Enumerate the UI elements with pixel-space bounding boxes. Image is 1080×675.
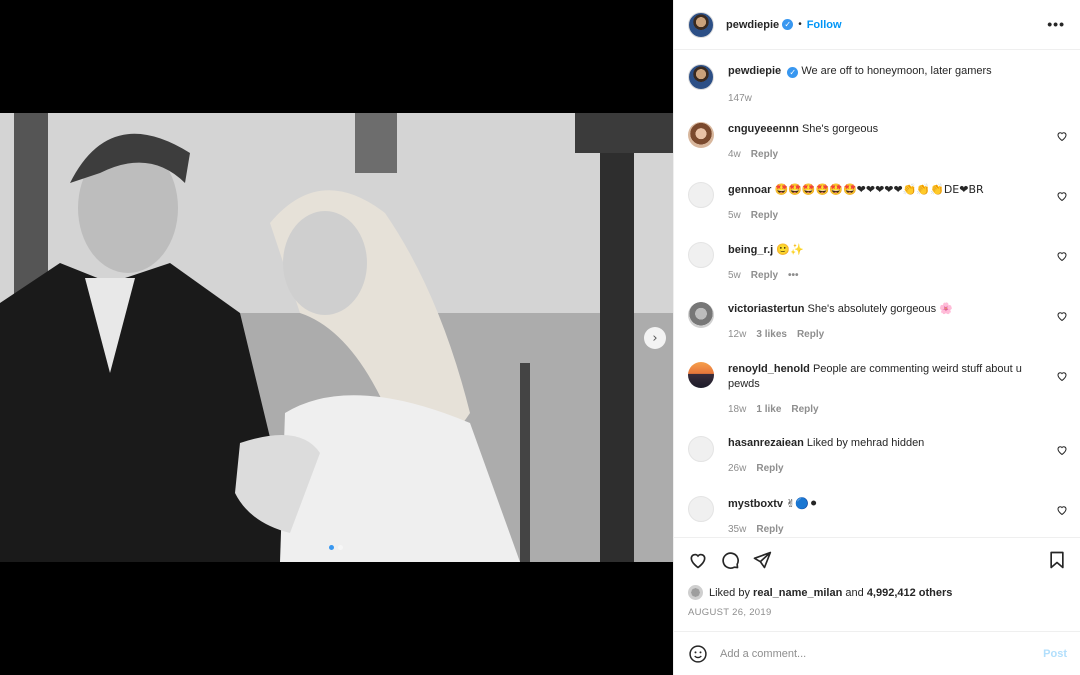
like-comment-heart-icon[interactable] bbox=[1056, 130, 1068, 142]
reply-button[interactable]: Reply bbox=[751, 147, 778, 162]
comment-text: She's gorgeous bbox=[801, 123, 879, 135]
carousel-dot-active bbox=[329, 545, 334, 550]
reply-button[interactable]: Reply bbox=[756, 461, 783, 476]
commenter-username[interactable]: renoyld_henold bbox=[728, 363, 810, 375]
share-paper-plane-icon[interactable] bbox=[752, 550, 772, 570]
comment-text: ✌🔵⚫ bbox=[786, 497, 819, 510]
caption-item: pewdiepie ✓ We are off to honeymoon, lat… bbox=[688, 64, 1068, 106]
commenter-username[interactable]: hasanrezaiean bbox=[728, 437, 804, 449]
add-comment-bar: Post bbox=[674, 631, 1080, 675]
separator: • bbox=[798, 19, 802, 30]
reply-button[interactable]: Reply bbox=[797, 327, 824, 342]
commenter-username[interactable]: being_r.j bbox=[728, 244, 773, 256]
comment-likes[interactable]: 3 likes bbox=[756, 327, 787, 342]
comment-item: hasanrezaiean Liked by mehrad hidden 26w… bbox=[688, 436, 1068, 476]
post-date[interactable]: AUGUST 26, 2019 bbox=[688, 607, 772, 618]
likes-others[interactable]: 4,992,412 others bbox=[867, 587, 953, 599]
commenter-username[interactable]: gennoar bbox=[728, 184, 771, 196]
likes-connector: and bbox=[845, 586, 864, 599]
comment-options-icon[interactable]: ••• bbox=[788, 268, 799, 283]
like-comment-heart-icon[interactable] bbox=[1056, 310, 1068, 322]
comment-item: being_r.j 🙂✨ 5w Reply ••• bbox=[688, 242, 1068, 283]
emoji-icon[interactable] bbox=[688, 644, 708, 664]
commenter-username[interactable]: victoriastertun bbox=[728, 303, 804, 315]
like-comment-heart-icon[interactable] bbox=[1056, 370, 1068, 382]
comment-age[interactable]: 12w bbox=[728, 327, 746, 342]
post-photo[interactable] bbox=[0, 113, 673, 562]
comment-item: cnguyeeennn She's gorgeous 4w Reply bbox=[688, 122, 1068, 162]
reply-button[interactable]: Reply bbox=[751, 268, 778, 283]
post-modal: › pewdiepie ✓ • Follow ••• pewdiepie ✓ W… bbox=[0, 0, 1080, 675]
comment-item: mystboxtv ✌🔵⚫ 35w Reply bbox=[688, 496, 1068, 537]
chevron-right-icon: › bbox=[652, 330, 658, 346]
commenter-avatar[interactable] bbox=[688, 182, 714, 208]
verified-badge-icon: ✓ bbox=[787, 67, 799, 78]
author-avatar[interactable] bbox=[688, 64, 714, 90]
comment-input[interactable] bbox=[720, 647, 1044, 660]
commenter-avatar[interactable] bbox=[688, 496, 714, 522]
post-header: pewdiepie ✓ • Follow ••• bbox=[674, 0, 1080, 50]
comment-age[interactable]: 4w bbox=[728, 147, 741, 162]
reply-button[interactable]: Reply bbox=[791, 402, 818, 417]
like-comment-heart-icon[interactable] bbox=[1056, 250, 1068, 262]
like-comment-heart-icon[interactable] bbox=[1056, 504, 1068, 516]
commenter-avatar[interactable] bbox=[688, 362, 714, 388]
follow-button[interactable]: Follow bbox=[807, 19, 842, 31]
commenter-avatar[interactable] bbox=[688, 436, 714, 462]
comment-age[interactable]: 26w bbox=[728, 461, 746, 476]
bookmark-icon[interactable] bbox=[1047, 550, 1067, 570]
liker-username[interactable]: real_name_milan bbox=[753, 587, 842, 599]
carousel-indicator bbox=[329, 545, 343, 550]
likes-summary[interactable]: Liked by real_name_milan and 4,992,412 o… bbox=[688, 585, 952, 600]
like-comment-heart-icon[interactable] bbox=[1056, 190, 1068, 202]
liker-avatar bbox=[688, 585, 703, 600]
commenter-avatar[interactable] bbox=[688, 242, 714, 268]
author-username[interactable]: pewdiepie bbox=[726, 19, 779, 31]
caption-age[interactable]: 147w bbox=[728, 91, 752, 106]
comment-item: renoyld_henold People are commenting wei… bbox=[688, 362, 1068, 417]
comment-bubble-icon[interactable] bbox=[720, 550, 740, 570]
more-options-icon[interactable]: ••• bbox=[1047, 16, 1065, 32]
comment-age[interactable]: 5w bbox=[728, 268, 741, 283]
comment-age[interactable]: 5w bbox=[728, 208, 741, 223]
comment-text: 🙂✨ bbox=[776, 243, 804, 256]
like-heart-icon[interactable] bbox=[688, 550, 708, 570]
commenter-avatar[interactable] bbox=[688, 302, 714, 328]
author-avatar[interactable] bbox=[688, 11, 714, 38]
post-details-panel: pewdiepie ✓ • Follow ••• pewdiepie ✓ We … bbox=[673, 0, 1080, 675]
action-bar: Liked by real_name_milan and 4,992,412 o… bbox=[674, 537, 1080, 637]
like-comment-heart-icon[interactable] bbox=[1056, 444, 1068, 456]
commenter-username[interactable]: mystboxtv bbox=[728, 498, 783, 510]
comment-likes[interactable]: 1 like bbox=[756, 402, 781, 417]
next-slide-button[interactable]: › bbox=[644, 327, 666, 349]
comment-text: 🤩🤩🤩🤩🤩🤩❤❤❤❤❤👏👏👏DE❤BR bbox=[774, 183, 984, 196]
commenter-avatar[interactable] bbox=[688, 122, 714, 148]
comments-list[interactable]: pewdiepie ✓ We are off to honeymoon, lat… bbox=[674, 51, 1080, 537]
verified-badge-icon: ✓ bbox=[782, 19, 794, 30]
media-viewer: › bbox=[0, 0, 673, 675]
caption-text: We are off to honeymoon, later gamers bbox=[801, 65, 992, 77]
likes-prefix: Liked by bbox=[709, 586, 750, 599]
reply-button[interactable]: Reply bbox=[756, 522, 783, 537]
comment-text: She's absolutely gorgeous 🌸 bbox=[807, 303, 953, 315]
comment-age[interactable]: 18w bbox=[728, 402, 746, 417]
commenter-username[interactable]: cnguyeeennn bbox=[728, 123, 799, 135]
comment-text: Liked by mehrad hidden bbox=[806, 437, 925, 449]
post-comment-button[interactable]: Post bbox=[1043, 648, 1067, 660]
caption-username[interactable]: pewdiepie bbox=[728, 65, 781, 77]
comment-item: gennoar 🤩🤩🤩🤩🤩🤩❤❤❤❤❤👏👏👏DE❤BR 5w Reply bbox=[688, 182, 1068, 223]
photo-illustration bbox=[0, 113, 673, 562]
carousel-dot bbox=[338, 545, 343, 550]
reply-button[interactable]: Reply bbox=[751, 208, 778, 223]
comment-item: victoriastertun She's absolutely gorgeou… bbox=[688, 302, 1068, 342]
comment-age[interactable]: 35w bbox=[728, 522, 746, 537]
